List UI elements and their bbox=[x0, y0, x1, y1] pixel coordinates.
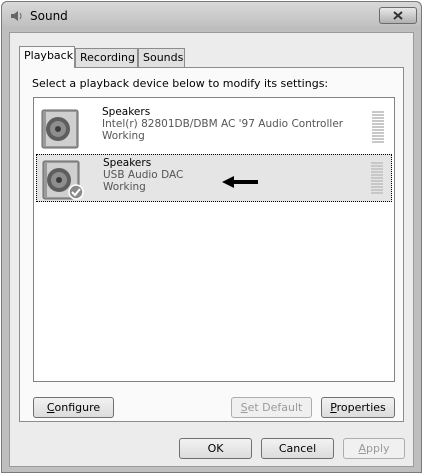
device-name: Speakers bbox=[103, 157, 152, 169]
device-status: Working bbox=[103, 181, 146, 193]
title-bar[interactable]: Sound bbox=[2, 2, 421, 30]
configure-button[interactable]: Configure bbox=[33, 397, 114, 418]
close-icon bbox=[393, 11, 403, 20]
device-item[interactable]: Speakers Intel(r) 82801DB/DBM AC '97 Aud… bbox=[36, 104, 392, 152]
set-default-button[interactable]: Set Default bbox=[231, 397, 312, 418]
device-text: Speakers USB Audio DAC Working bbox=[103, 157, 183, 193]
device-description: USB Audio DAC bbox=[103, 169, 184, 181]
ok-button[interactable]: OK bbox=[179, 438, 252, 459]
instruction-text: Select a playback device below to modify… bbox=[32, 77, 329, 90]
apply-button[interactable]: Apply bbox=[343, 438, 405, 459]
cancel-button[interactable]: Cancel bbox=[261, 438, 334, 459]
speaker-icon bbox=[41, 109, 79, 149]
tab-playback[interactable]: Playback bbox=[19, 46, 75, 68]
device-description: Intel(r) 82801DB/DBM AC '97 Audio Contro… bbox=[102, 118, 344, 130]
device-name: Speakers bbox=[102, 106, 151, 118]
dialog-client-area: Playback Recording Sounds Select a playb… bbox=[9, 32, 414, 467]
tab-recording[interactable]: Recording bbox=[75, 48, 138, 67]
speaker-icon bbox=[42, 160, 84, 200]
tab-sounds[interactable]: Sounds bbox=[138, 48, 185, 67]
device-text: Speakers Intel(r) 82801DB/DBM AC '97 Aud… bbox=[102, 106, 343, 142]
speaker-small-icon bbox=[11, 11, 22, 21]
device-list[interactable]: Speakers Intel(r) 82801DB/DBM AC '97 Aud… bbox=[33, 97, 395, 382]
device-item-selected[interactable]: Speakers USB Audio DAC Working bbox=[36, 154, 392, 202]
sound-dialog: Sound Playback Recording Sounds Select a… bbox=[1, 1, 422, 473]
close-button[interactable] bbox=[379, 7, 417, 24]
volume-meter bbox=[372, 111, 384, 145]
window-title: Sound bbox=[30, 9, 68, 23]
properties-button[interactable]: Properties bbox=[321, 397, 395, 418]
volume-meter bbox=[371, 162, 383, 196]
left-arrow-icon bbox=[222, 176, 258, 188]
device-status: Working bbox=[102, 130, 145, 142]
